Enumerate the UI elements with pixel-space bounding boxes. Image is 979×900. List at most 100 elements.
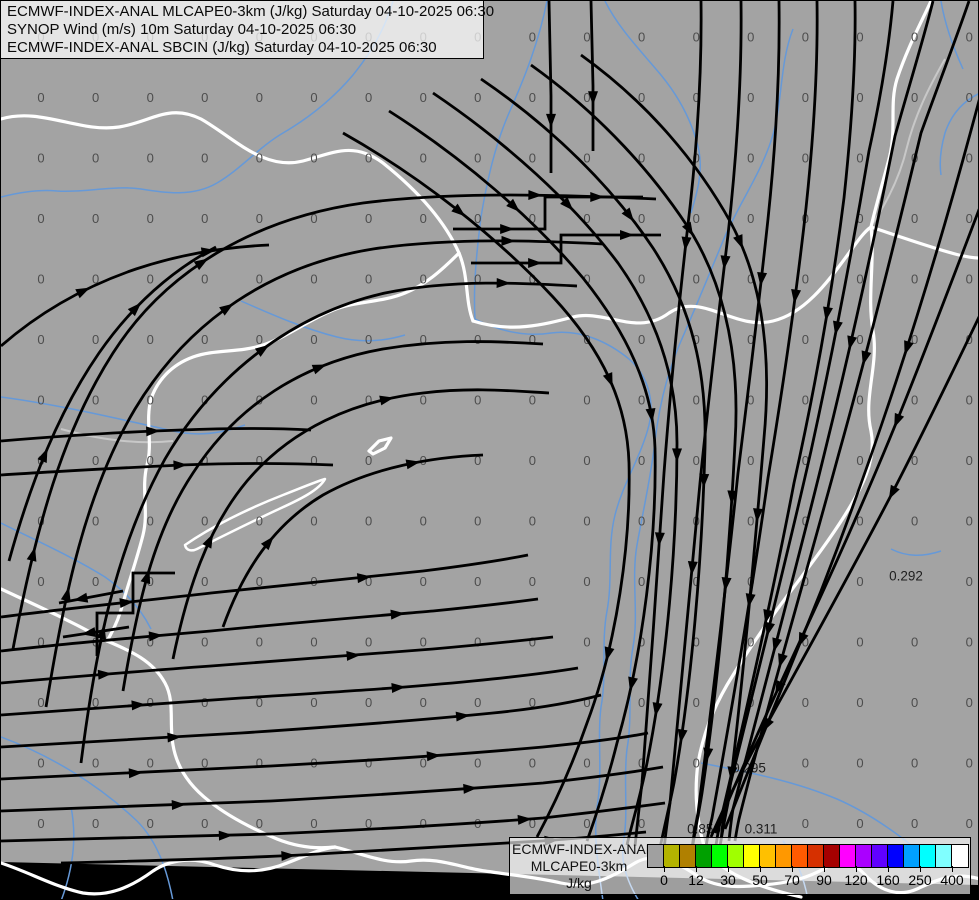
legend-color-swatch — [920, 845, 936, 867]
streamline-path — [432, 91, 679, 846]
zero-label: 0 — [420, 514, 427, 529]
zero-label: 0 — [420, 574, 427, 589]
legend-tick-label: 90 — [816, 872, 832, 888]
streamline-path — [342, 131, 631, 838]
zero-label: 0 — [966, 635, 973, 650]
zero-label: 0 — [911, 90, 918, 105]
zero-label: 0 — [37, 816, 44, 831]
streamline-path — [1, 635, 554, 685]
zero-label: 0 — [583, 816, 590, 831]
zero-label: 0 — [92, 151, 99, 166]
zero-label: 0 — [37, 332, 44, 347]
zero-label: 0 — [966, 816, 973, 831]
legend-color-swatch — [904, 845, 920, 867]
streamline-arrowhead — [672, 448, 683, 463]
zero-label: 0 — [147, 90, 154, 105]
zero-label: 0 — [92, 90, 99, 105]
zero-label: 0 — [256, 332, 263, 347]
zero-label: 0 — [474, 514, 481, 529]
zero-label: 0 — [966, 30, 973, 45]
zero-label: 0 — [747, 30, 754, 45]
zero-label: 0 — [147, 211, 154, 226]
zero-label: 0 — [583, 574, 590, 589]
legend-color-bar — [647, 844, 969, 868]
zero-label: 0 — [201, 332, 208, 347]
title-line-synop-wind: SYNOP Wind (m/s) 10m Saturday 04-10-2025… — [7, 21, 357, 38]
legend-color-swatch — [744, 845, 760, 867]
streamline-arrowhead — [546, 113, 556, 128]
river-path — [604, 1, 702, 214]
legend-color-swatch — [680, 845, 696, 867]
streamline-arrowhead — [140, 569, 151, 585]
streamline-arrowhead — [888, 484, 900, 500]
zero-label: 0 — [583, 453, 590, 468]
zero-label: 0 — [365, 514, 372, 529]
streamline-arrowhead — [652, 702, 663, 717]
title-line-mlcape: ECMWF-INDEX-ANAL MLCAPE0-3km (J/kg) Satu… — [7, 3, 495, 20]
color-legend: ECMWF-INDEX-ANAL MLCAPE0-3km J/kg 0 12 30 5… — [509, 837, 971, 895]
zero-label: 0 — [474, 695, 481, 710]
legend-tick-label: 250 — [908, 872, 932, 888]
zero-label: 0 — [256, 211, 263, 226]
zero-label: 0 — [638, 695, 645, 710]
zero-label: 0 — [256, 151, 263, 166]
zero-label: 0 — [37, 90, 44, 105]
zero-label: 0 — [529, 90, 536, 105]
streamline-arrowhead — [171, 800, 186, 811]
streamline-path — [1, 553, 529, 619]
zero-label: 0 — [420, 90, 427, 105]
zero-label: 0 — [856, 695, 863, 710]
zero-label: 0 — [747, 635, 754, 650]
streamline-arrowhead — [75, 287, 91, 299]
zero-label: 0 — [638, 574, 645, 589]
streamline-path — [1, 243, 270, 348]
zero-label: 0 — [911, 695, 918, 710]
legend-tick-label: 50 — [752, 872, 768, 888]
zero-label: 0 — [747, 90, 754, 105]
map-canvas: 0 0 0 0 0 0 0 0 0 0 0 0 0 0 0 0 0 0 0 0 0 0 0 0 0 0 0 0 0 0 0 0 0 0 0 0 0 0 0 0… — [1, 1, 978, 899]
legend-color-swatch — [696, 845, 712, 867]
streamline-arrowhead — [496, 277, 511, 288]
zero-label: 0 — [529, 574, 536, 589]
zero-label: 0 — [420, 695, 427, 710]
legend-color-swatch — [952, 845, 968, 867]
zero-label: 0 — [201, 272, 208, 287]
zero-label: 0 — [365, 635, 372, 650]
zero-label: 0 — [92, 211, 99, 226]
country-border-path — [367, 436, 393, 456]
zero-label: 0 — [693, 393, 700, 408]
legend-color-swatch — [824, 845, 840, 867]
zero-label: 0 — [310, 90, 317, 105]
zero-label: 0 — [966, 756, 973, 771]
zero-label: 0 — [966, 393, 973, 408]
zero-label: 0 — [802, 816, 809, 831]
zero-label: 0 — [638, 211, 645, 226]
streamline-arrowhead — [791, 289, 802, 304]
zero-label: 0 — [856, 393, 863, 408]
zero-label: 0 — [583, 756, 590, 771]
streamline-arrowhead — [894, 412, 905, 428]
zero-label: 0 — [365, 453, 372, 468]
zero-label: 0 — [201, 514, 208, 529]
legend-color-swatch — [808, 845, 824, 867]
streamline-path — [1, 462, 334, 477]
title-box: ECMWF-INDEX-ANAL MLCAPE0-3km (J/kg) Satu… — [1, 1, 495, 59]
legend-tick-label: 120 — [844, 872, 868, 888]
zero-label: 0 — [638, 453, 645, 468]
zero-label: 0 — [420, 272, 427, 287]
streamline-arrowhead — [60, 586, 71, 602]
streamline-arrowhead — [602, 372, 613, 387]
zero-label: 0 — [420, 393, 427, 408]
zero-label: 0 — [747, 514, 754, 529]
zero-label: 0 — [638, 30, 645, 45]
zero-label: 0 — [92, 332, 99, 347]
river-path — [240, 300, 406, 342]
streamline-path — [388, 109, 657, 842]
zero-label: 0 — [856, 332, 863, 347]
zero-label: 0 — [747, 211, 754, 226]
zero-label: 0 — [747, 453, 754, 468]
zero-label: 0 — [310, 635, 317, 650]
legend-color-swatch — [792, 845, 808, 867]
zero-label: 0 — [693, 756, 700, 771]
zero-label: 0 — [92, 574, 99, 589]
